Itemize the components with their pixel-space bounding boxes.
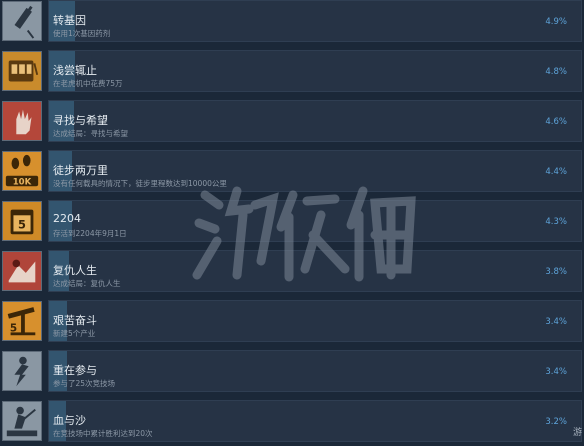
- achievement-percent: 3.2%: [545, 417, 567, 427]
- achievement-percent: 4.6%: [545, 117, 567, 127]
- achievement-row[interactable]: 10K 徒步两万里 没有任何载具的情况下，徒步里程数达到10000公里 4.4%: [0, 150, 584, 196]
- achievement-bar: 复仇人生 达成结局：复仇人生 3.8%: [48, 250, 582, 292]
- achievement-bar: 艰苦奋斗 新建5个产业 3.4%: [48, 300, 582, 342]
- achievement-description: 参与了25次竞技场: [53, 379, 116, 388]
- achievement-description: 使用1次基因药剂: [53, 29, 111, 38]
- achievement-title: 2204: [53, 212, 81, 225]
- achievement-title: 寻找与希望: [53, 114, 108, 127]
- achievement-title: 复仇人生: [53, 264, 97, 277]
- corner-watermark-text: 游: [572, 428, 582, 438]
- achievement-title: 重在参与: [53, 364, 97, 377]
- achievement-description: 在老虎机中花费75万: [53, 79, 123, 88]
- slot-machine-icon: [2, 51, 42, 91]
- achievement-percent: 3.8%: [545, 267, 567, 277]
- achievement-bar: 血与沙 在竞技场中累计胜利达到20次 3.2%: [48, 400, 582, 442]
- achievement-bar: 浅尝辄止 在老虎机中花费75万 4.8%: [48, 50, 582, 92]
- achievement-bar: 2204 存活到2204年9月1日 4.3%: [48, 200, 582, 242]
- hand-icon: [2, 101, 42, 141]
- achievement-bar: 寻找与希望 达成结局：寻找与希望 4.6%: [48, 100, 582, 142]
- achievement-title: 艰苦奋斗: [53, 314, 97, 327]
- achievement-row[interactable]: 寻找与希望 达成结局：寻找与希望 4.6%: [0, 100, 584, 146]
- achievement-bar: 徒步两万里 没有任何载具的情况下，徒步里程数达到10000公里 4.4%: [48, 150, 582, 192]
- achievement-bar: 重在参与 参与了25次竞技场 3.4%: [48, 350, 582, 392]
- achievement-percent: 3.4%: [545, 317, 567, 327]
- achievement-row[interactable]: 5 艰苦奋斗 新建5个产业 3.4%: [0, 300, 584, 346]
- svg-text:10K: 10K: [13, 177, 32, 187]
- achievement-percent: 4.4%: [545, 167, 567, 177]
- achievement-row[interactable]: 复仇人生 达成结局：复仇人生 3.8%: [0, 250, 584, 296]
- revenge-icon: [2, 251, 42, 291]
- achievement-row[interactable]: 转基因 使用1次基因药剂 4.9%: [0, 0, 584, 46]
- svg-text:5: 5: [10, 322, 17, 334]
- oil-pump-icon: 5: [2, 301, 42, 341]
- achievement-row[interactable]: 血与沙 在竞技场中累计胜利达到20次 3.2%: [0, 400, 584, 446]
- achievement-title: 血与沙: [53, 414, 86, 427]
- achievement-description: 达成结局：寻找与希望: [53, 129, 128, 138]
- syringe-icon: [2, 1, 42, 41]
- achievement-percent: 3.4%: [545, 367, 567, 377]
- fighter-icon: [2, 351, 42, 391]
- achievement-percent: 4.9%: [545, 17, 567, 27]
- achievement-description: 达成结局：复仇人生: [53, 279, 121, 288]
- footprints-10k-icon: 10K: [2, 151, 42, 191]
- achievement-description: 新建5个产业: [53, 329, 96, 338]
- achievement-title: 徒步两万里: [53, 164, 108, 177]
- achievement-title: 转基因: [53, 14, 86, 27]
- achievement-title: 浅尝辄止: [53, 64, 97, 77]
- achievement-percent: 4.3%: [545, 217, 567, 227]
- arena-icon: [2, 401, 42, 441]
- achievement-description: 存活到2204年9月1日: [53, 229, 127, 238]
- achievement-bar: 转基因 使用1次基因药剂 4.9%: [48, 0, 582, 42]
- achievement-row[interactable]: 浅尝辄止 在老虎机中花费75万 4.8%: [0, 50, 584, 96]
- achievement-percent: 4.8%: [545, 67, 567, 77]
- achievement-row[interactable]: 重在参与 参与了25次竞技场 3.4%: [0, 350, 584, 396]
- achievement-description: 没有任何载具的情况下，徒步里程数达到10000公里: [53, 179, 227, 188]
- achievement-description: 在竞技场中累计胜利达到20次: [53, 429, 153, 438]
- achievement-row[interactable]: 5 2204 存活到2204年9月1日 4.3%: [0, 200, 584, 246]
- calendar-icon: 5: [2, 201, 42, 241]
- svg-text:5: 5: [18, 218, 26, 232]
